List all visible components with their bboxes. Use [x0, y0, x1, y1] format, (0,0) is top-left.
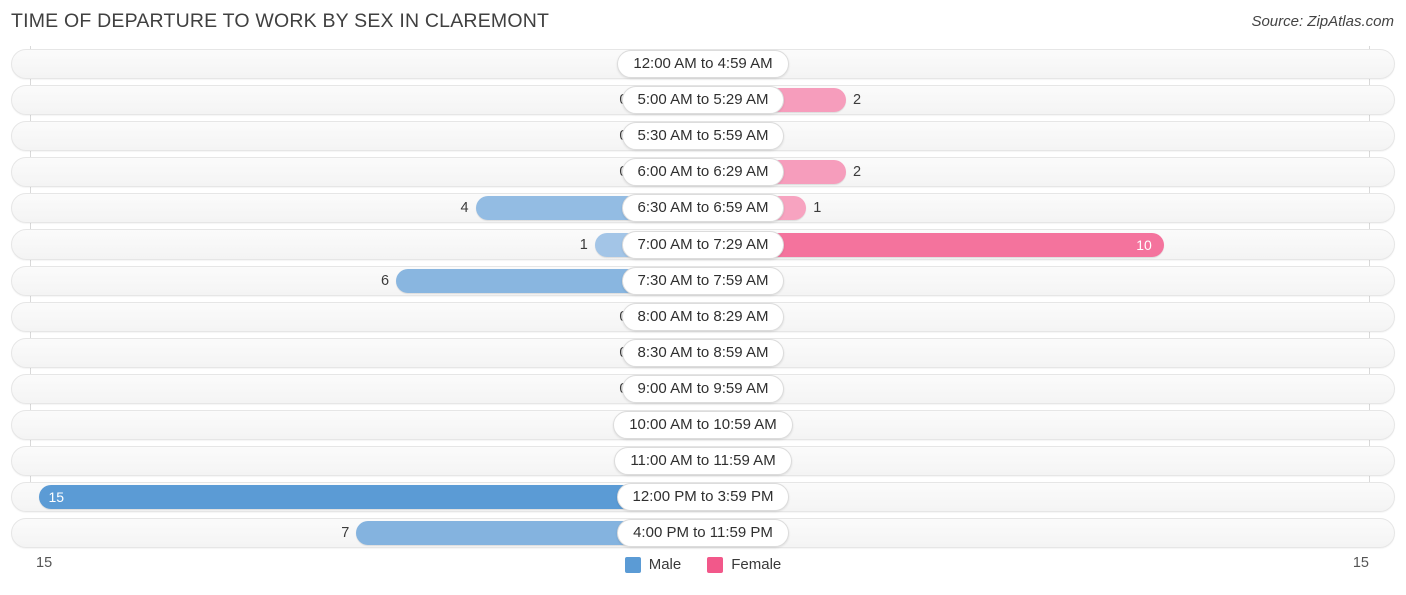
female-bar-cell: 0 [699, 485, 1370, 510]
row-label: 6:00 AM to 6:29 AM [621, 158, 785, 187]
chart-row: 1 10 7:00 AM to 7:29 AM [0, 226, 1406, 262]
row-label: 12:00 AM to 4:59 AM [617, 50, 789, 79]
female-value: 2 [852, 92, 862, 109]
female-bar-cell: 2 [699, 88, 1370, 113]
male-bar-cell: 0 [30, 376, 700, 401]
male-bar-cell: 0 [30, 449, 700, 474]
female-bar-cell: 0 [699, 376, 1370, 401]
row-label: 11:00 AM to 11:59 AM [614, 447, 792, 476]
male-value: 1 [579, 236, 588, 253]
female-bar-cell: 0 [699, 412, 1370, 437]
legend-swatch-icon [624, 556, 641, 573]
row-label: 5:30 AM to 5:59 AM [621, 122, 785, 151]
female-value: 2 [852, 164, 862, 181]
chart-legend: Male Female [0, 556, 1406, 573]
male-bar-cell: 0 [30, 340, 700, 365]
legend-item[interactable]: Male [624, 556, 682, 573]
male-bar-cell: 0 [30, 88, 700, 113]
male-bar-cell: 15 [30, 485, 700, 510]
legend-item[interactable]: Female [707, 556, 781, 573]
row-label: 6:30 AM to 6:59 AM [621, 194, 785, 223]
chart-row: 008:00 AM to 8:29 AM [0, 299, 1406, 335]
female-bar-cell: 0 [699, 52, 1370, 77]
female-bar-cell: 0 [699, 268, 1370, 293]
chart-header: TIME OF DEPARTURE TO WORK BY SEX IN CLAR… [0, 0, 1406, 46]
male-value: 4 [460, 200, 469, 217]
legend-label: Male [648, 556, 682, 573]
page-title: TIME OF DEPARTURE TO WORK BY SEX IN CLAR… [11, 10, 550, 32]
legend-label: Female [731, 556, 782, 573]
female-value: 1 [813, 200, 822, 217]
female-bar-cell: 1 [699, 196, 1370, 221]
chart-row: 15 012:00 PM to 3:59 PM [0, 479, 1406, 515]
male-bar-cell: 4 [30, 196, 700, 221]
row-label: 5:00 AM to 5:29 AM [621, 86, 785, 115]
male-bar-cell: 0 [30, 160, 700, 185]
male-bar: 15 [38, 485, 700, 510]
chart-row: 7 04:00 PM to 11:59 PM [0, 515, 1406, 551]
chart-row: 6 07:30 AM to 7:59 AM [0, 263, 1406, 299]
chart-row: 009:00 AM to 9:59 AM [0, 371, 1406, 407]
male-value: 15 [48, 489, 65, 506]
female-bar-cell: 10 [699, 232, 1370, 257]
male-bar-cell: 0 [30, 52, 700, 77]
male-bar-cell: 7 [30, 521, 700, 546]
female-bar-cell: 0 [699, 304, 1370, 329]
chart-row: 005:30 AM to 5:59 AM [0, 118, 1406, 154]
female-bar-cell: 0 [699, 449, 1370, 474]
row-label: 12:00 PM to 3:59 PM [616, 483, 790, 512]
male-bar-cell: 1 [30, 232, 700, 257]
legend-swatch-icon [707, 556, 724, 573]
chart-plot-area: 0012:00 AM to 4:59 AM025:00 AM to 5:29 A… [0, 46, 1406, 551]
row-label: 10:00 AM to 10:59 AM [613, 410, 793, 439]
chart-row: 0011:00 AM to 11:59 AM [0, 443, 1406, 479]
female-bar-cell: 0 [699, 521, 1370, 546]
female-value: 10 [1136, 236, 1152, 253]
female-bar-cell: 2 [699, 160, 1370, 185]
row-label: 4:00 PM to 11:59 PM [617, 519, 789, 548]
female-bar-cell: 0 [699, 340, 1370, 365]
row-label: 7:30 AM to 7:59 AM [621, 266, 785, 295]
row-label: 7:00 AM to 7:29 AM [621, 230, 785, 259]
chart-row: 008:30 AM to 8:59 AM [0, 335, 1406, 371]
chart-row: 0010:00 AM to 10:59 AM [0, 407, 1406, 443]
male-bar-cell: 6 [30, 268, 700, 293]
female-bar-cell: 0 [699, 124, 1370, 149]
chart-row: 0 2 5:00 AM to 5:29 AM [0, 82, 1406, 118]
row-label: 8:00 AM to 8:29 AM [621, 302, 785, 331]
male-bar-cell: 0 [30, 304, 700, 329]
chart-row: 0 2 6:00 AM to 6:29 AM [0, 154, 1406, 190]
row-label: 8:30 AM to 8:59 AM [621, 338, 785, 367]
male-bar-cell: 0 [30, 124, 700, 149]
male-value: 7 [341, 525, 350, 542]
male-bar-cell: 0 [30, 412, 700, 437]
source-attribution: Source: ZipAtlas.com [1251, 13, 1394, 30]
chart-row: 0012:00 AM to 4:59 AM [0, 46, 1406, 82]
row-label: 9:00 AM to 9:59 AM [621, 374, 785, 403]
chart-row: 4 1 6:30 AM to 6:59 AM [0, 190, 1406, 226]
male-value: 6 [381, 272, 390, 289]
chart-axis-footer: 15 15 Male Female [0, 551, 1406, 595]
